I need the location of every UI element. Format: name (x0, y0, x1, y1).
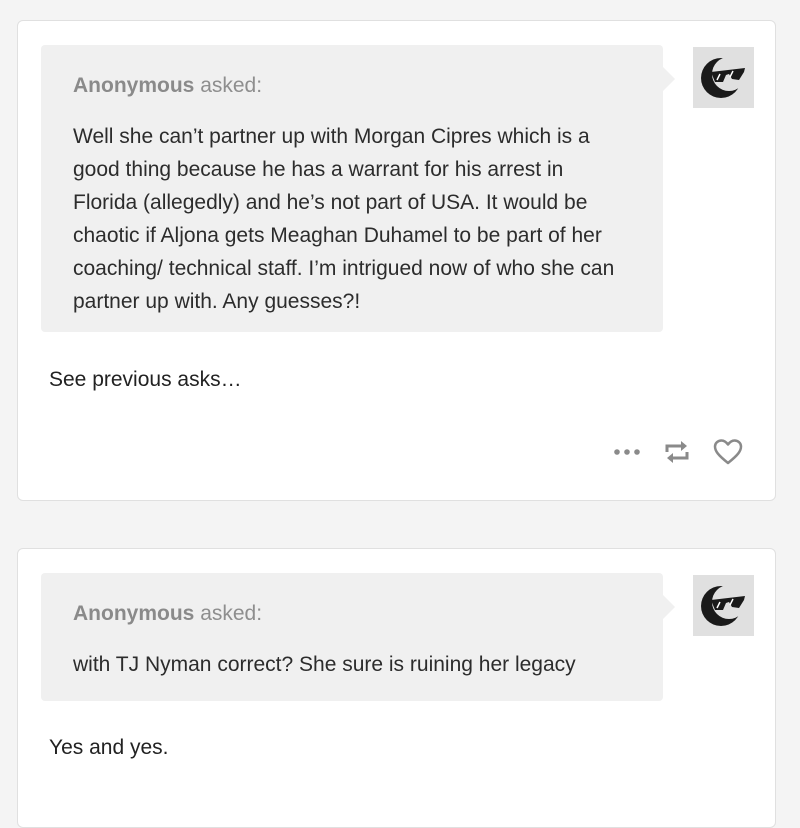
asked-label: asked: (200, 74, 263, 97)
more-icon (614, 449, 640, 455)
asker-name[interactable]: Anonymous (73, 602, 194, 625)
like-button[interactable] (713, 438, 743, 466)
avatar[interactable] (693, 47, 754, 108)
sunglasses-moon-icon (701, 57, 746, 98)
question-text: Well she can’t partner up with Morgan Ci… (73, 125, 615, 313)
more-button[interactable] (613, 447, 641, 457)
reblog-icon (665, 441, 689, 463)
asker-name[interactable]: Anonymous (73, 74, 194, 97)
post-card: Anonymous asked: Well she can’t partner … (17, 20, 776, 501)
asked-label: asked: (200, 602, 263, 625)
avatar[interactable] (693, 575, 754, 636)
reblog-button[interactable] (663, 439, 691, 465)
question-text: with TJ Nyman correct? She sure is ruini… (73, 653, 576, 676)
answer-text: Yes and yes. (49, 736, 169, 759)
ask-bubble: Anonymous asked: with TJ Nyman correct? … (41, 573, 675, 701)
sunglasses-moon-icon (701, 585, 746, 626)
post-card: Anonymous asked: with TJ Nyman correct? … (17, 548, 776, 828)
ask-bubble: Anonymous asked: Well she can’t partner … (41, 45, 675, 332)
asker-line: Anonymous asked: (73, 601, 631, 627)
post-actions (613, 435, 743, 469)
heart-icon (713, 439, 743, 465)
answer-text: See previous asks… (49, 368, 242, 391)
asker-line: Anonymous asked: (73, 73, 631, 99)
